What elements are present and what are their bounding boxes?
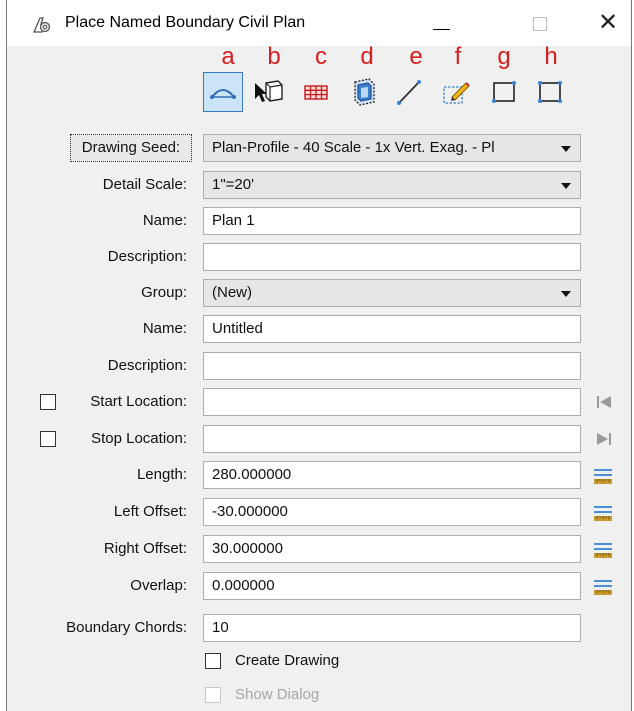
detail-scale-select[interactable]: 1"=20' (203, 171, 581, 199)
boundary-chords-field[interactable]: 10 (203, 614, 581, 642)
minimize-button[interactable] (421, 8, 461, 38)
select-element-icon (255, 80, 283, 102)
group-description-field[interactable] (203, 352, 581, 380)
create-drawing-label[interactable]: Create Drawing (235, 651, 339, 671)
grid-icon (304, 85, 328, 100)
chevron-down-icon (561, 291, 571, 297)
right-offset-label: Right Offset: (103, 540, 187, 557)
stop-location-checkbox[interactable] (40, 431, 56, 447)
group-name-label: Name: (142, 320, 187, 337)
start-location-checkbox[interactable] (40, 394, 56, 410)
show-dialog-label: Show Dialog (235, 686, 320, 703)
annotation-letter-b: b (267, 43, 281, 70)
annotation-letter-f: f (454, 43, 462, 70)
place-named-boundary-dialog: Place Named Boundary Civil Plan ✕ a b c … (6, 0, 632, 711)
overlap-field[interactable]: 0.000000 (203, 572, 581, 600)
left-offset-lock-icon[interactable] (591, 500, 615, 524)
window-title: Place Named Boundary Civil Plan (65, 14, 306, 31)
annotation-letter-h: h (544, 43, 558, 70)
overlap-label: Overlap: (130, 577, 187, 594)
stop-location-field[interactable] (203, 425, 581, 453)
left-offset-field[interactable]: -30.000000 (203, 498, 581, 526)
shape-points-icon (538, 81, 562, 103)
group-label: Group: (141, 284, 187, 301)
grid-tool[interactable] (296, 72, 336, 112)
pencil-edit-tool[interactable] (436, 72, 476, 112)
group-name-field[interactable]: Untitled (203, 315, 581, 343)
app-gear-icon (33, 17, 51, 33)
description-label: Description: (107, 248, 187, 265)
group-description-label: Description: (107, 357, 187, 374)
skip-to-end-icon[interactable] (593, 428, 615, 450)
create-drawing-checkbox[interactable] (205, 653, 221, 669)
maximize-button[interactable] (522, 8, 562, 38)
volume-icon (354, 78, 375, 106)
start-location-field[interactable] (203, 388, 581, 416)
civil-plan-icon (210, 89, 236, 99)
show-dialog-checkbox[interactable] (205, 687, 221, 703)
start-location-label: Start Location: (90, 393, 187, 410)
annotation-letter-g: g (497, 43, 511, 70)
detail-scale-value: 1"=20' (212, 176, 254, 193)
chevron-down-icon (561, 146, 571, 152)
civil-plan-tool[interactable] (203, 72, 243, 112)
stop-location-label: Stop Location: (91, 430, 187, 447)
group-value: (New) (212, 284, 252, 301)
annotation-letter-d: d (360, 43, 374, 70)
description-field[interactable] (203, 243, 581, 271)
title-bar: Place Named Boundary Civil Plan ✕ (7, 0, 631, 46)
close-button[interactable]: ✕ (593, 8, 623, 38)
overlap-lock-icon[interactable] (591, 574, 615, 598)
length-lock-icon[interactable] (591, 463, 615, 487)
skip-to-start-icon[interactable] (593, 391, 615, 413)
right-offset-field[interactable]: 30.000000 (203, 535, 581, 563)
annotation-letter-a: a (221, 43, 235, 70)
rectangle-tool[interactable] (484, 72, 524, 112)
select-element-tool[interactable] (249, 72, 289, 112)
length-label: Length: (136, 466, 187, 483)
annotation-letter-e: e (409, 43, 423, 70)
annotation-letter-c: c (315, 43, 327, 70)
line-tool[interactable] (389, 72, 429, 112)
drawing-seed-value: Plan-Profile - 40 Scale - 1x Vert. Exag.… (212, 139, 495, 156)
detail-scale-label: Detail Scale: (102, 176, 187, 193)
line-icon (397, 80, 421, 105)
left-offset-label: Left Offset: (113, 503, 187, 520)
drawing-seed-button[interactable]: Drawing Seed: (70, 134, 192, 162)
volume-tool[interactable] (343, 72, 383, 112)
drawing-seed-select[interactable]: Plan-Profile - 40 Scale - 1x Vert. Exag.… (203, 134, 581, 162)
name-label: Name: (142, 212, 187, 229)
name-field[interactable]: Plan 1 (203, 207, 581, 235)
rectangle-icon (492, 81, 516, 103)
length-field[interactable]: 280.000000 (203, 461, 581, 489)
right-offset-lock-icon[interactable] (591, 537, 615, 561)
chevron-down-icon (561, 183, 571, 189)
pencil-edit-icon (443, 82, 470, 104)
shape-points-tool[interactable] (530, 72, 570, 112)
group-select[interactable]: (New) (203, 279, 581, 307)
boundary-chords-label: Boundary Chords: (66, 619, 187, 636)
